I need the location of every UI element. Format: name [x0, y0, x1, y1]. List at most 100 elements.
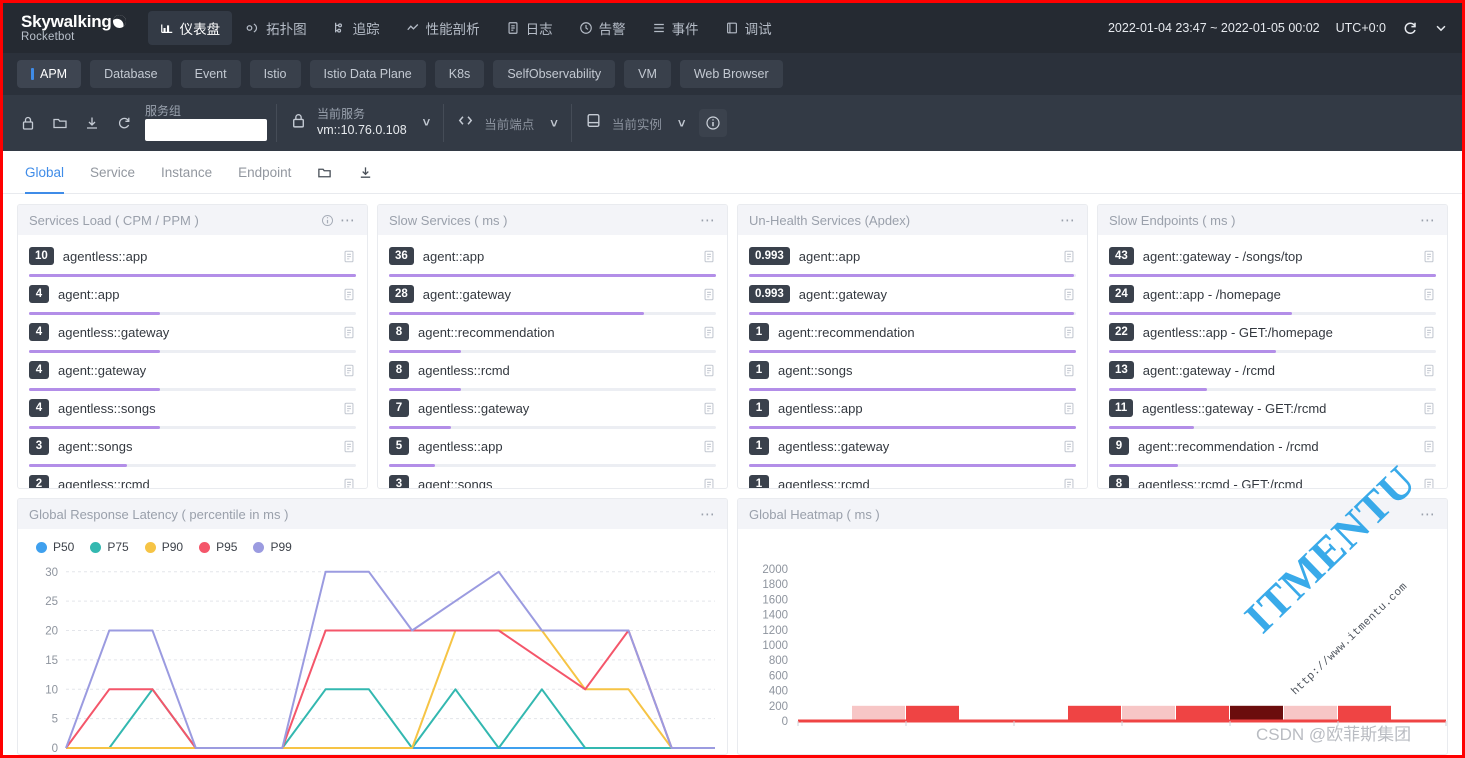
info-icon[interactable] [321, 214, 334, 227]
nav-item-alarm[interactable]: 告警 [567, 11, 638, 45]
copy-icon[interactable] [1422, 287, 1436, 302]
list-item[interactable]: 4 agent::gateway [29, 357, 356, 391]
list-item[interactable]: 1 agentless::gateway [749, 433, 1076, 467]
nav-item-topology[interactable]: 拓扑图 [234, 11, 319, 45]
list-item[interactable]: 1 agent::recommendation [749, 319, 1076, 353]
copy-icon[interactable] [702, 249, 716, 264]
nav-item-event[interactable]: 事件 [640, 11, 711, 45]
nav-item-log[interactable]: 日志 [494, 11, 565, 45]
lock-icon[interactable] [13, 108, 43, 138]
list-item[interactable]: 1 agentless::app [749, 395, 1076, 429]
copy-icon[interactable] [702, 325, 716, 340]
chevron-down-icon[interactable] [1434, 21, 1448, 35]
tab-istio[interactable]: Istio [249, 60, 301, 88]
copy-icon[interactable] [1062, 439, 1076, 454]
copy-icon[interactable] [702, 363, 716, 378]
list-item[interactable]: 43 agent::gateway - /songs/top [1109, 243, 1436, 277]
list-item[interactable]: 24 agent::app - /homepage [1109, 281, 1436, 315]
copy-icon[interactable] [342, 325, 356, 340]
current-service-selector[interactable]: 当前服务 vm::10.76.0.108 ˅ [286, 108, 434, 137]
copy-icon[interactable] [1422, 401, 1436, 416]
list-item[interactable]: 36 agent::app [389, 243, 716, 277]
list-item[interactable]: 2 agentless::rcmd [29, 471, 356, 488]
list-item[interactable]: 9 agent::recommendation - /rcmd [1109, 433, 1436, 467]
list-item[interactable]: 4 agentless::gateway [29, 319, 356, 353]
copy-icon[interactable] [1422, 477, 1436, 488]
subtab-service[interactable]: Service [90, 151, 135, 194]
list-item[interactable]: 10 agentless::app [29, 243, 356, 277]
copy-icon[interactable] [702, 477, 716, 488]
card-menu-button[interactable]: ⋯ [700, 507, 716, 522]
legend-item-p95[interactable]: P95 [199, 540, 237, 554]
card-menu-button[interactable]: ⋯ [340, 213, 356, 228]
list-item[interactable]: 8 agentless::rcmd - GET:/rcmd [1109, 471, 1436, 488]
legend-item-p75[interactable]: P75 [90, 540, 129, 554]
copy-icon[interactable] [1062, 325, 1076, 340]
folder-icon[interactable] [317, 165, 332, 180]
refresh-icon[interactable] [1402, 20, 1418, 36]
card-menu-button[interactable]: ⋯ [1420, 507, 1436, 522]
list-item[interactable]: 22 agentless::app - GET:/homepage [1109, 319, 1436, 353]
card-menu-button[interactable]: ⋯ [700, 213, 716, 228]
list-item[interactable]: 13 agent::gateway - /rcmd [1109, 357, 1436, 391]
list-item[interactable]: 3 agent::songs [389, 471, 716, 488]
copy-icon[interactable] [342, 439, 356, 454]
list-item[interactable]: 4 agentless::songs [29, 395, 356, 429]
list-item[interactable]: 11 agentless::gateway - GET:/rcmd [1109, 395, 1436, 429]
download-icon[interactable] [358, 165, 373, 180]
legend-item-p99[interactable]: P99 [253, 540, 292, 554]
service-group-input[interactable] [145, 119, 267, 141]
tab-istio-data-plane[interactable]: Istio Data Plane [309, 60, 426, 88]
time-range-picker[interactable]: 2022-01-04 23:47 ~ 2022-01-05 00:02 [1108, 21, 1320, 35]
copy-icon[interactable] [702, 401, 716, 416]
list-item[interactable]: 0.993 agent::gateway [749, 281, 1076, 315]
tab-vm[interactable]: VM [624, 60, 671, 88]
list-item[interactable]: 7 agentless::gateway [389, 395, 716, 429]
list-item[interactable]: 1 agent::songs [749, 357, 1076, 391]
tab-database[interactable]: Database [90, 60, 172, 88]
copy-icon[interactable] [1422, 363, 1436, 378]
subtab-global[interactable]: Global [25, 151, 65, 194]
copy-icon[interactable] [702, 287, 716, 302]
nav-item-dashboard[interactable]: 仪表盘 [147, 11, 233, 45]
copy-icon[interactable] [1422, 325, 1436, 340]
folder-icon[interactable] [45, 108, 75, 138]
copy-icon[interactable] [1422, 439, 1436, 454]
list-item[interactable]: 3 agent::songs [29, 433, 356, 467]
card-menu-button[interactable]: ⋯ [1060, 213, 1076, 228]
current-endpoint-selector[interactable]: 当前端点 ˅ [453, 112, 562, 134]
tab-apm[interactable]: APM [17, 60, 82, 88]
subtab-instance[interactable]: Instance [161, 151, 212, 194]
tab-k8s[interactable]: K8s [434, 60, 485, 88]
copy-icon[interactable] [1062, 363, 1076, 378]
tab-web-browser[interactable]: Web Browser [679, 60, 783, 88]
copy-icon[interactable] [1062, 477, 1076, 488]
subtab-endpoint[interactable]: Endpoint [238, 151, 291, 194]
copy-icon[interactable] [342, 477, 356, 488]
refresh-icon[interactable] [109, 108, 139, 138]
list-item[interactable]: 1 agentless::rcmd [749, 471, 1076, 488]
nav-item-trace[interactable]: 追踪 [321, 11, 392, 45]
legend-item-p90[interactable]: P90 [144, 540, 183, 554]
info-icon[interactable] [699, 109, 728, 137]
list-item[interactable]: 28 agent::gateway [389, 281, 716, 315]
copy-icon[interactable] [342, 287, 356, 302]
nav-item-debug[interactable]: 调试 [713, 11, 784, 45]
copy-icon[interactable] [1422, 249, 1436, 264]
chevron-down-icon[interactable]: ˅ [678, 116, 686, 131]
tab-selfobservability[interactable]: SelfObservability [493, 60, 616, 88]
list-item[interactable]: 4 agent::app [29, 281, 356, 315]
copy-icon[interactable] [1062, 401, 1076, 416]
list-item[interactable]: 8 agent::recommendation [389, 319, 716, 353]
copy-icon[interactable] [702, 439, 716, 454]
copy-icon[interactable] [342, 363, 356, 378]
nav-item-profile[interactable]: 性能剖析 [394, 11, 492, 45]
download-icon[interactable] [77, 108, 107, 138]
legend-item-p50[interactable]: P50 [36, 540, 74, 554]
chevron-down-icon[interactable]: ˅ [423, 115, 431, 130]
list-item[interactable]: 0.993 agent::app [749, 243, 1076, 277]
copy-icon[interactable] [1062, 287, 1076, 302]
copy-icon[interactable] [342, 401, 356, 416]
current-instance-selector[interactable]: 当前实例 ˅ [581, 112, 690, 134]
copy-icon[interactable] [1062, 249, 1076, 264]
